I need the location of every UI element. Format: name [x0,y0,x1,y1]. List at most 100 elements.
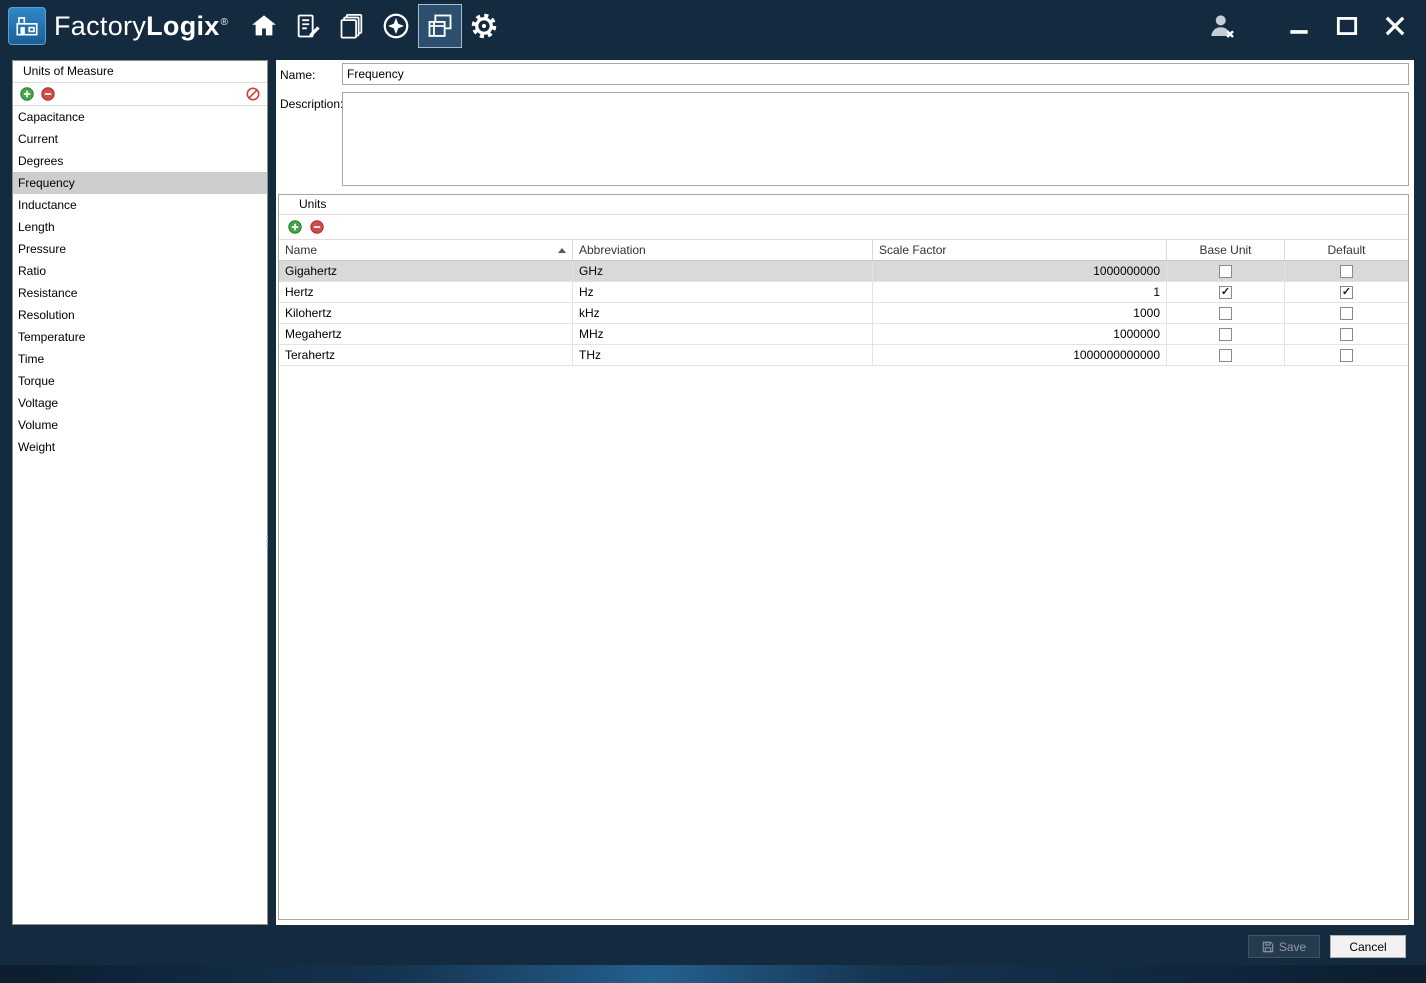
home-icon[interactable] [242,4,286,48]
sidebar-item-weight[interactable]: Weight [13,436,267,458]
name-label: Name: [280,68,316,82]
sidebar-toolbar [13,83,267,106]
default-checkbox[interactable] [1340,264,1353,278]
unit-editor-panel: Name: Description: Units [276,60,1414,925]
compass-icon[interactable] [374,4,418,48]
table-row[interactable]: Hertz Hz 1 [279,282,1408,303]
app-window: FactoryLogix® Units of Measure Capacitan… [0,0,1426,983]
bottom-decoration-strip [0,965,1426,983]
unit-abbreviation-cell: Hz [573,282,873,302]
default-checkbox[interactable] [1340,348,1353,362]
sidebar-list: Capacitance Current Degrees Frequency Induct… [13,106,267,924]
default-checkbox[interactable] [1340,306,1353,320]
add-unit-icon[interactable] [288,220,302,234]
sidebar-item-length[interactable]: Length [13,216,267,238]
units-table-header: Name Abbreviation Scale Factor Base Unit… [279,240,1408,261]
column-header-name[interactable]: Name [279,240,573,260]
description-input[interactable] [342,92,1409,186]
base-unit-checkbox[interactable] [1219,348,1232,362]
default-checkbox[interactable] [1340,285,1353,299]
save-icon [1262,941,1274,953]
table-row[interactable]: Kilohertz kHz 1000 [279,303,1408,324]
name-input[interactable] [342,63,1409,85]
base-unit-cell [1167,324,1285,344]
base-unit-checkbox[interactable] [1219,264,1232,278]
default-checkbox[interactable] [1340,327,1353,341]
table-row[interactable]: Megahertz MHz 1000000 [279,324,1408,345]
registered-mark: ® [220,16,229,28]
titlebar: FactoryLogix® [0,0,1426,52]
unit-name-cell: Terahertz [279,345,573,365]
base-unit-cell [1167,345,1285,365]
column-header-abbreviation[interactable]: Abbreviation [573,240,873,260]
cancel-button-label: Cancel [1349,939,1387,954]
cancel-edit-icon[interactable] [246,87,260,101]
sidebar-item-pressure[interactable]: Pressure [13,238,267,260]
app-title: FactoryLogix® [54,11,228,42]
base-unit-checkbox[interactable] [1219,306,1232,320]
sidebar-item-voltage[interactable]: Voltage [13,392,267,414]
panels-icon[interactable] [418,4,463,48]
column-header-default[interactable]: Default [1285,240,1408,260]
sidebar-item-current[interactable]: Current [13,128,267,150]
description-label: Description: [280,97,344,111]
default-cell [1285,345,1408,365]
remove-unit-icon[interactable] [310,220,324,234]
sidebar-item-resistance[interactable]: Resistance [13,282,267,304]
default-cell [1285,303,1408,323]
footer-bar: Save Cancel [0,928,1426,965]
unit-scale-factor-cell: 1000000000000 [873,345,1167,365]
column-header-abbreviation-label: Abbreviation [579,243,646,257]
unit-scale-factor-cell: 1000000000 [873,261,1167,281]
cancel-button[interactable]: Cancel [1330,935,1406,958]
unit-name-cell: Gigahertz [279,261,573,281]
sidebar-item-temperature[interactable]: Temperature [13,326,267,348]
sidebar-item-resolution[interactable]: Resolution [13,304,267,326]
minimize-icon[interactable] [1282,8,1316,44]
layers-icon[interactable] [330,4,374,48]
content-area: Units of Measure Capacitance Current Deg… [0,52,1426,928]
base-unit-checkbox[interactable] [1219,285,1232,299]
default-cell [1285,261,1408,281]
column-header-scale-factor-label: Scale Factor [879,243,947,257]
column-header-scale-factor[interactable]: Scale Factor [873,240,1167,260]
unit-abbreviation-cell: THz [573,345,873,365]
unit-abbreviation-cell: GHz [573,261,873,281]
sidebar-title: Units of Measure [13,61,267,83]
save-button-label: Save [1278,939,1307,954]
sidebar-item-degrees[interactable]: Degrees [13,150,267,172]
table-row[interactable]: Terahertz THz 1000000000000 [279,345,1408,366]
base-unit-checkbox[interactable] [1219,327,1232,341]
sidebar-item-inductance[interactable]: Inductance [13,194,267,216]
add-icon[interactable] [20,87,34,101]
splitter-grip[interactable] [265,536,269,546]
table-row[interactable]: Gigahertz GHz 1000000000 [279,261,1408,282]
maximize-icon[interactable] [1330,8,1364,44]
sidebar-item-capacitance[interactable]: Capacitance [13,106,267,128]
close-icon[interactable] [1378,8,1412,44]
sidebar-item-volume[interactable]: Volume [13,414,267,436]
column-header-default-label: Default [1327,243,1366,257]
unit-name-cell: Kilohertz [279,303,573,323]
gear-icon[interactable] [462,4,506,48]
column-header-base-unit-label: Base Unit [1199,243,1252,257]
user-logout-icon[interactable] [1202,6,1242,46]
sidebar-item-torque[interactable]: Torque [13,370,267,392]
sidebar-item-time[interactable]: Time [13,348,267,370]
save-button[interactable]: Save [1248,935,1320,958]
unit-abbreviation-cell: kHz [573,303,873,323]
sidebar-item-frequency[interactable]: Frequency [13,172,267,194]
unit-name-cell: Megahertz [279,324,573,344]
app-title-logix: Logix [146,10,220,41]
factorylogix-logo-icon [8,7,46,45]
unit-scale-factor-cell: 1000 [873,303,1167,323]
sidebar-item-ratio[interactable]: Ratio [13,260,267,282]
remove-icon[interactable] [41,87,55,101]
units-toolbar [279,215,1408,240]
units-panel: Units Name Abbreviation Scale Factor Bas… [278,194,1409,920]
description-field-row: Description: [278,92,1409,186]
document-edit-icon[interactable] [286,4,330,48]
column-header-base-unit[interactable]: Base Unit [1167,240,1285,260]
sort-ascending-icon [558,247,566,253]
default-cell [1285,324,1408,344]
